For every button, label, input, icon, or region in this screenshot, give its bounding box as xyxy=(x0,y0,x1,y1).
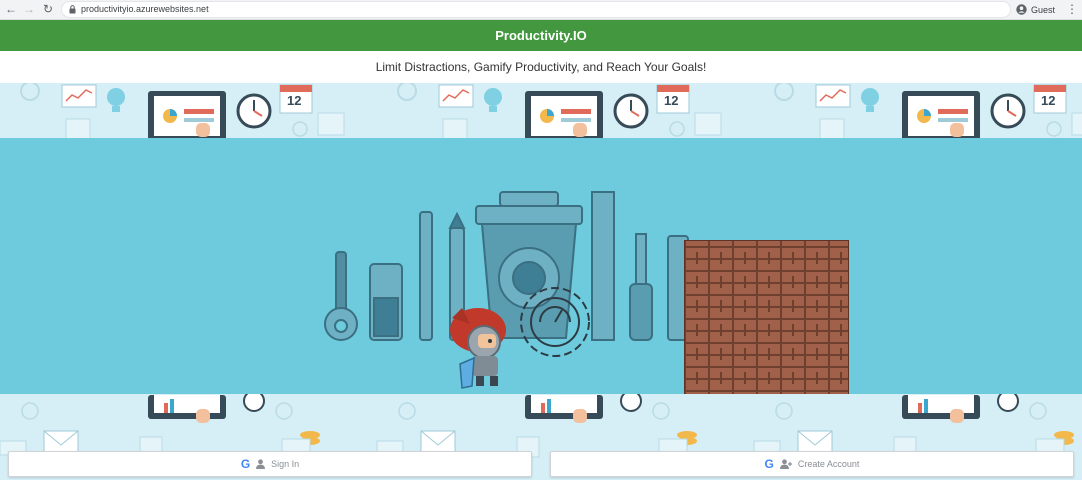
auth-bar: G Sign In G Create Account xyxy=(0,446,1082,480)
screwdriver-icon xyxy=(635,233,647,285)
calendar-day-label: 12 xyxy=(1041,93,1056,108)
user-icon xyxy=(256,459,266,469)
create-account-label: Create Account xyxy=(797,459,860,469)
stationery-illustration xyxy=(324,191,689,389)
tagline-text: Limit Distractions, Gamify Productivity,… xyxy=(375,60,707,74)
sign-in-button[interactable]: G Sign In xyxy=(8,451,532,477)
url-text: productivityio.azurewebsites.net xyxy=(81,4,209,14)
google-icon: G xyxy=(764,457,774,471)
sign-in-label: Sign In xyxy=(271,459,300,469)
browser-toolbar: ← → ↻ productivityio.azurewebsites.net G… xyxy=(0,0,1082,20)
menu-kebab-icon[interactable]: ⋮ xyxy=(1066,2,1078,16)
calendar-day-label: 12 xyxy=(664,93,679,108)
address-bar[interactable]: productivityio.azurewebsites.net xyxy=(62,2,1010,17)
pen-icon xyxy=(419,211,433,341)
forward-arrow-icon[interactable]: → xyxy=(22,2,36,16)
profile-button[interactable]: Guest xyxy=(1016,2,1055,17)
brick-wall-obstacle xyxy=(684,240,849,394)
back-arrow-icon[interactable]: ← xyxy=(4,2,18,16)
gear-speedometer-icon xyxy=(520,287,590,357)
site-header: Productivity.IO xyxy=(0,20,1082,51)
game-canvas[interactable] xyxy=(0,138,1082,394)
profile-label: Guest xyxy=(1031,4,1056,15)
profile-icon xyxy=(1016,4,1027,15)
google-icon: G xyxy=(240,457,251,471)
site-title: Productivity.IO xyxy=(495,28,587,43)
calendar-day-label: 12 xyxy=(287,93,302,108)
tagline-bar: Limit Distractions, Gamify Productivity,… xyxy=(0,51,1082,83)
knight-character xyxy=(450,308,506,389)
coffee-cup-icon xyxy=(475,205,583,225)
reload-icon[interactable]: ↻ xyxy=(41,2,55,16)
lock-icon xyxy=(69,5,76,14)
add-user-icon xyxy=(779,459,792,469)
create-account-button[interactable]: G Create Account xyxy=(550,451,1074,477)
ruler-icon xyxy=(591,191,615,341)
